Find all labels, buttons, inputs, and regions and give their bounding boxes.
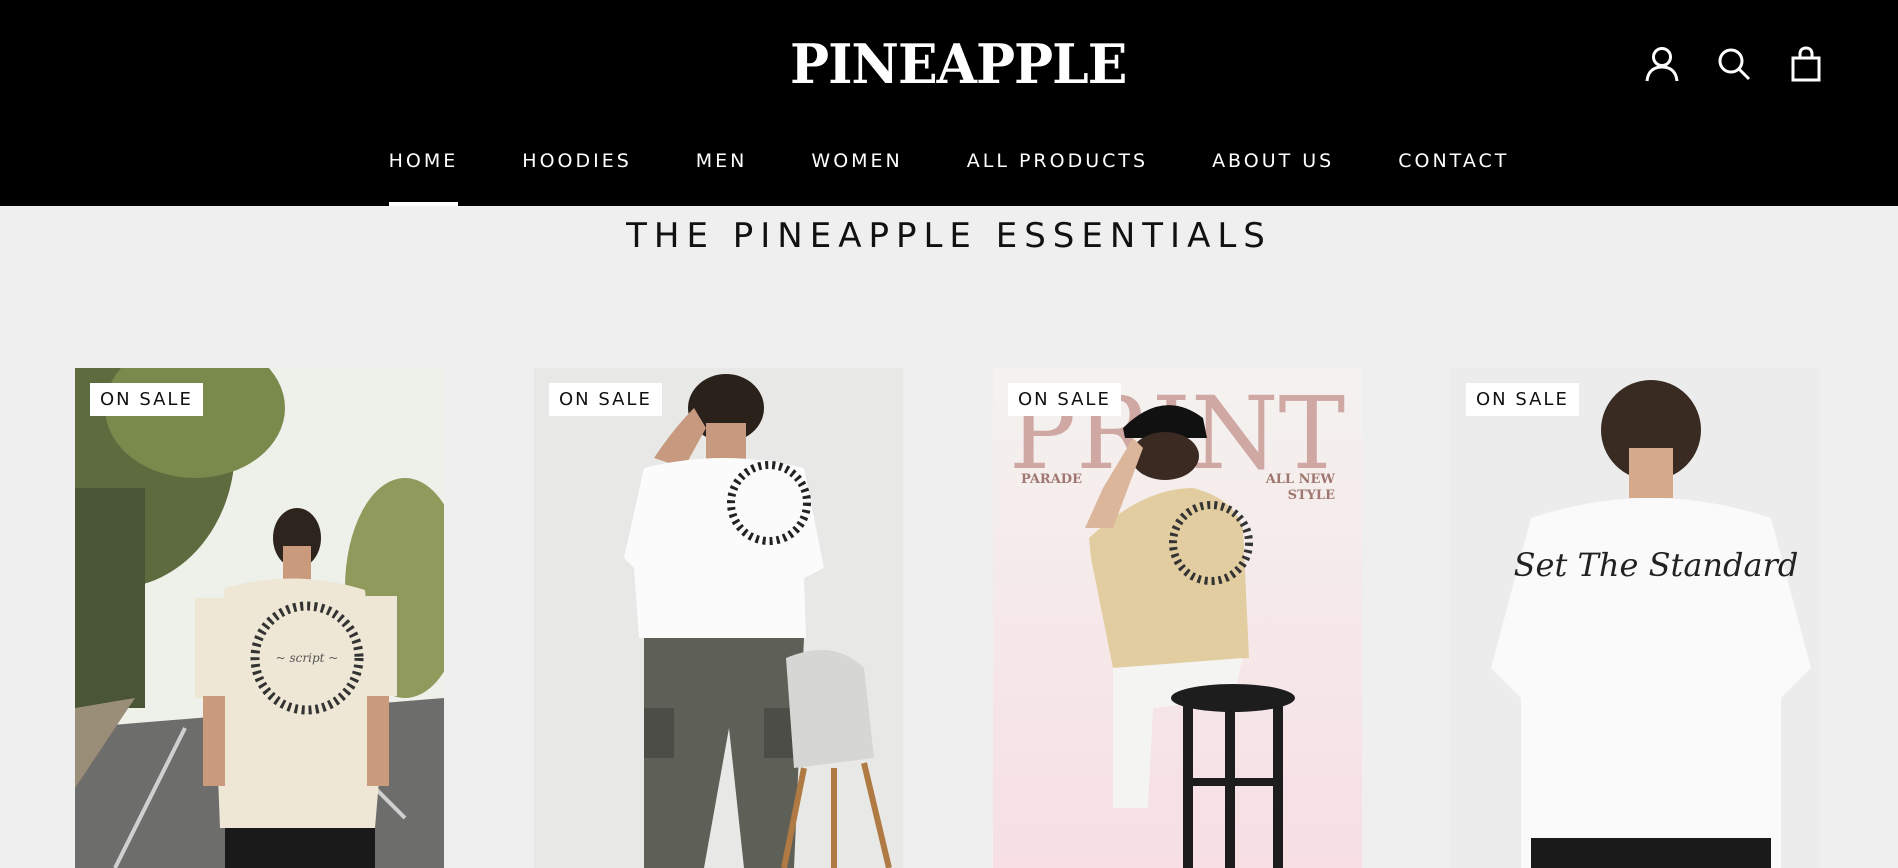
product-image (534, 368, 903, 868)
banner-right-line2: STYLE (1288, 488, 1335, 503)
main-nav: HOME HOODIES MEN WOMEN ALL PRODUCTS ABOU… (0, 150, 1898, 206)
section-title: THE PINEAPPLE ESSENTIALS (626, 216, 1272, 256)
nav-item-all-products[interactable]: ALL PRODUCTS (935, 150, 1180, 206)
cart-icon[interactable] (1786, 44, 1826, 84)
product-card[interactable]: ~ script ~ ON SALE (75, 368, 444, 868)
on-sale-badge: ON SALE (1008, 383, 1121, 416)
svg-text:~ script ~: ~ script ~ (276, 651, 339, 665)
banner-left-text: PARADE (1021, 472, 1082, 487)
on-sale-badge: ON SALE (549, 383, 662, 416)
header-actions (1642, 44, 1826, 84)
product-image: ~ script ~ (75, 368, 444, 868)
on-sale-badge: ON SALE (1466, 383, 1579, 416)
account-icon[interactable] (1642, 44, 1682, 84)
nav-item-women[interactable]: WOMEN (779, 150, 934, 206)
product-image: Set The Standard (1451, 368, 1820, 868)
search-icon[interactable] (1714, 44, 1754, 84)
product-print-text: Set The Standard (1514, 546, 1799, 584)
product-card[interactable]: PRINT PARADE ALL NEW STYLE ON SALE (993, 368, 1362, 868)
product-card[interactable]: Set The Standard ON SALE (1451, 368, 1820, 868)
nav-item-men[interactable]: MEN (664, 150, 780, 206)
nav-item-contact[interactable]: CONTACT (1366, 150, 1541, 206)
on-sale-badge: ON SALE (90, 383, 203, 416)
logo-text: PINEAPPLE (790, 31, 1127, 97)
site-header: PINEAPPLE HOME HOODIES MEN WOMEN ALL PRO (0, 0, 1898, 206)
nav-item-home[interactable]: HOME (357, 150, 491, 206)
nav-item-hoodies[interactable]: HOODIES (490, 150, 664, 206)
product-card[interactable]: ON SALE (534, 368, 903, 868)
banner-right-line1: ALL NEW (1265, 472, 1336, 487)
logo[interactable]: PINEAPPLE (786, 14, 1127, 114)
product-image: PRINT PARADE ALL NEW STYLE (993, 368, 1362, 868)
nav-item-about-us[interactable]: ABOUT US (1180, 150, 1366, 206)
